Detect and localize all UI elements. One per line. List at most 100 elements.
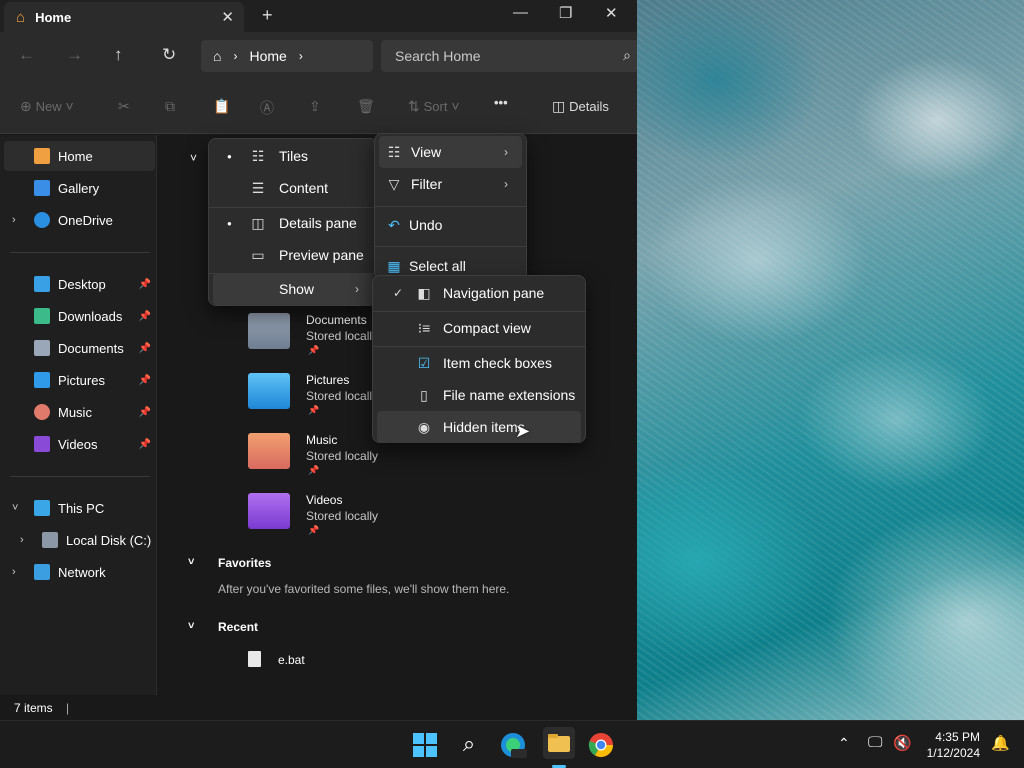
pin-icon: 📌 [138,310,151,322]
restore-button[interactable]: ❐ [559,4,572,22]
selected-bullet-icon: ● [227,151,232,161]
home-icon: ⌂ [213,48,222,64]
menu-item-label: Compact view [443,320,531,336]
sidebar-item-label: Local Disk (C:) [66,532,152,548]
chevron-down-icon[interactable]: ˅ [12,502,18,514]
minimize-button[interactable]: — [513,4,528,21]
menu-item-compact-view[interactable]: ⁝≡ Compact view [377,312,581,344]
new-label: New [35,99,62,114]
rename-icon[interactable]: Ⓐ [260,98,274,118]
share-icon[interactable]: ⇪ [309,98,321,115]
section-title: Recent [218,620,259,634]
tab-home[interactable]: ⌂ Home ✕ [4,2,244,32]
menu-item-label: File name extensions [443,387,576,403]
file-location: Stored locally [306,509,379,523]
menu-item-tiles[interactable]: ● ☷ Tiles [213,140,373,172]
see-more-button[interactable]: ••• [494,95,508,110]
chevron-right-icon[interactable]: › [12,566,16,578]
start-icon[interactable] [411,731,439,759]
menu-item-hidden-items[interactable]: ◉ Hidden items [377,411,581,443]
chrome-icon[interactable] [587,731,615,759]
file-explorer-icon[interactable] [543,727,575,759]
sidebar-item-downloads[interactable]: Downloads 📌 [4,301,155,331]
chevron-down-icon[interactable]: ˅ [188,556,194,568]
sidebar-item-onedrive[interactable]: › OneDrive [4,205,155,235]
sort-button[interactable]: ⇅ Sort ˅ [408,98,460,115]
sidebar-item-gallery[interactable]: Gallery [4,173,155,203]
sidebar-item-videos[interactable]: Videos 📌 [4,429,155,459]
video-icon [34,436,50,452]
cut-icon[interactable]: ✂ [118,98,130,115]
divider [375,246,526,247]
menu-item-view[interactable]: ☷ View › [379,136,522,168]
delete-icon[interactable]: 🗑 [357,98,375,115]
menu-item-navigation-pane[interactable]: ✓ ◧ Navigation pane [377,277,581,309]
edge-icon[interactable] [499,731,527,759]
search-input[interactable]: Search Home ⌕ [381,40,637,72]
sidebar-item-network[interactable]: › Network [4,557,155,587]
chevron-down-icon[interactable]: ˅ [188,620,194,632]
chevron-right-icon: › [504,177,508,191]
sidebar-item-desktop[interactable]: Desktop 📌 [4,269,155,299]
home-icon [34,148,50,164]
network-icon[interactable]: 🖵 [868,734,882,751]
menu-item-preview-pane[interactable]: ▭ Preview pane [213,239,373,271]
menu-item-file-name-extensions[interactable]: ▯ File name extensions [377,379,581,411]
chevron-down-icon[interactable]: ˅ [190,151,197,165]
pictures-folder-icon [248,373,290,409]
menu-item-show[interactable]: Show › [213,273,373,305]
section-title: Favorites [218,556,272,570]
clock[interactable]: 4:35 PM 1/12/2024 [927,729,980,761]
home-icon: ⌂ [16,8,26,26]
address-bar[interactable]: ⌂ › Home › [201,40,373,72]
documents-folder-icon [248,313,290,349]
back-button[interactable]: ← [18,45,35,65]
view-submenu: ● ☷ Tiles ☰ Content ● ◫ Details pane ▭ P… [208,138,378,306]
new-button[interactable]: ⊕ New ˅ [20,98,74,115]
close-tab-icon[interactable]: ✕ [221,8,234,26]
sidebar-item-label: Downloads [58,308,123,324]
forward-button[interactable]: → [66,45,83,65]
pin-icon: 📌 [138,374,151,386]
menu-item-content[interactable]: ☰ Content [213,172,373,204]
file-name: e.bat [278,653,305,667]
menu-item-details-pane[interactable]: ● ◫ Details pane [213,207,373,239]
refresh-button[interactable]: ↻ [162,45,176,65]
sidebar-item-localdisk[interactable]: › Local Disk (C:) [4,525,155,555]
breadcrumb-home[interactable]: Home [249,48,286,64]
notification-bell-icon[interactable]: 🔔 [991,734,1010,752]
cloud-icon [34,212,50,228]
menu-item-undo[interactable]: ↶ Undo [379,209,522,241]
sidebar-item-label: Pictures [58,372,105,388]
list-item[interactable]: Videos Stored locally 📌 [248,493,548,549]
time: 4:35 PM [935,730,980,744]
menu-item-item-check-boxes[interactable]: ☑ Item check boxes [377,347,581,379]
chevron-right-icon[interactable]: › [12,214,16,226]
navigation-bar: ← → ↑ ↻ ⌂ › Home › Search Home ⌕ [0,32,637,80]
sidebar-item-thispc[interactable]: ˅ This PC [4,493,155,523]
view-icon: ☷ [387,143,401,160]
music-icon [34,404,50,420]
search-icon[interactable]: ⌕ [455,731,483,759]
chevron-right-icon[interactable]: › [20,534,24,546]
see-more-menu: ☷ View › ▽ Filter › ↶ Undo ▦ Select all [374,133,527,281]
chevron-up-icon[interactable]: ⌃ [838,735,850,752]
sidebar-item-documents[interactable]: Documents 📌 [4,333,155,363]
list-item[interactable]: e.bat [248,651,448,671]
command-bar: ⊕ New ˅ ✂ ⧉ 📋 Ⓐ ⇪ 🗑 ⇅ Sort ˅ ••• ◫ Detai… [0,80,637,134]
select-all-icon: ▦ [387,257,401,274]
sidebar-item-pictures[interactable]: Pictures 📌 [4,365,155,395]
copy-icon[interactable]: ⧉ [165,98,175,115]
volume-muted-icon[interactable]: 🔇 [893,734,912,752]
details-label: Details [569,99,609,114]
menu-item-label: Tiles [279,148,309,164]
sidebar-item-home[interactable]: Home [4,141,155,171]
close-window-button[interactable]: ✕ [605,4,618,22]
paste-icon[interactable]: 📋 [213,98,230,115]
details-button[interactable]: ◫ Details [552,98,609,115]
menu-item-filter[interactable]: ▽ Filter › [379,168,522,200]
new-tab-button[interactable]: + [262,5,273,26]
up-button[interactable]: ↑ [114,45,123,65]
sidebar-item-music[interactable]: Music 📌 [4,397,155,427]
tiles-icon: ☷ [251,147,265,164]
